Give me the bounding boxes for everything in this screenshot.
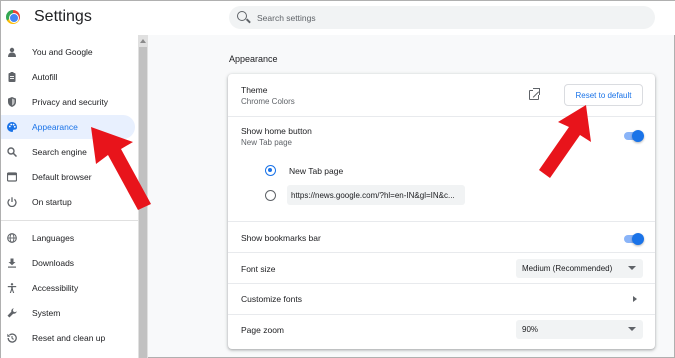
- sidebar-item-privacy-and-security[interactable]: Privacy and security: [1, 90, 135, 114]
- sidebar-item-system[interactable]: System: [1, 301, 135, 325]
- sidebar-item-autofill[interactable]: Autofill: [1, 65, 135, 89]
- row-divider: [228, 252, 655, 253]
- sidebar-item-label: Languages: [32, 233, 75, 243]
- sidebar-item-label: Downloads: [32, 258, 75, 268]
- search-icon: [7, 147, 17, 157]
- show-bookmarks-bar-label: Show bookmarks bar: [241, 233, 321, 243]
- accessibility-icon: [7, 283, 17, 293]
- sidebar-item-search-engine[interactable]: Search engine: [1, 140, 135, 164]
- font-size-value: Medium (Recommended): [522, 264, 613, 273]
- sidebar-scrollbar[interactable]: [138, 35, 148, 358]
- page-zoom-select[interactable]: 90%: [516, 320, 643, 339]
- reset-to-default-button[interactable]: Reset to default: [564, 84, 643, 106]
- show-home-button-toggle[interactable]: [624, 130, 644, 142]
- theme-label: Theme: [241, 85, 268, 95]
- page-zoom-value: 90%: [522, 325, 539, 334]
- search-input[interactable]: [257, 6, 637, 29]
- page-title: Settings: [34, 8, 92, 25]
- scroll-up-arrow-icon[interactable]: [140, 39, 146, 43]
- sidebar-item-label: Privacy and security: [32, 97, 109, 107]
- home-url-field[interactable]: [287, 185, 465, 205]
- browser-icon: [7, 172, 17, 182]
- sidebar-item-label: Search engine: [32, 147, 87, 157]
- sidebar-item-reset-and-clean-up[interactable]: Reset and clean up: [1, 326, 135, 350]
- caret-down-icon: [628, 266, 636, 270]
- sidebar: You and Google Autofill Privacy and secu…: [1, 35, 138, 358]
- row-divider: [228, 314, 655, 315]
- sidebar-item-label: System: [32, 308, 61, 318]
- sidebar-item-you-and-google[interactable]: You and Google: [1, 40, 135, 64]
- wrench-icon: [7, 308, 17, 318]
- chevron-right-icon[interactable]: [633, 296, 637, 302]
- show-home-button-label: Show home button: [241, 126, 312, 136]
- theme-value: Chrome Colors: [241, 97, 295, 106]
- show-home-button-sublabel: New Tab page: [241, 138, 292, 147]
- history-icon: [7, 333, 17, 343]
- radio-new-tab-page-label[interactable]: New Tab page: [289, 166, 343, 176]
- download-icon: [8, 258, 16, 268]
- sidebar-divider: [1, 220, 138, 221]
- sidebar-item-label: Accessibility: [32, 283, 79, 293]
- radio-custom-url[interactable]: [265, 190, 276, 201]
- row-divider: [228, 283, 655, 284]
- sidebar-item-label: On startup: [32, 197, 72, 207]
- power-icon: [7, 197, 17, 207]
- search-icon: [237, 11, 247, 21]
- sidebar-item-label: Autofill: [32, 72, 58, 82]
- search-box[interactable]: [229, 6, 655, 29]
- sidebar-item-accessibility[interactable]: Accessibility: [1, 276, 135, 300]
- sidebar-item-default-browser[interactable]: Default browser: [1, 165, 135, 189]
- chrome-logo-icon: [6, 10, 20, 24]
- settings-window: Settings You and Google Autofill Privacy…: [0, 0, 675, 358]
- sidebar-item-appearance[interactable]: Appearance: [1, 115, 135, 139]
- radio-new-tab-page[interactable]: [265, 165, 276, 176]
- appearance-card: Theme Chrome Colors Reset to default Sho…: [228, 74, 655, 349]
- person-icon: [8, 47, 16, 57]
- globe-icon: [7, 233, 17, 243]
- clipboard-icon: [8, 72, 16, 82]
- row-divider: [228, 221, 655, 222]
- row-divider: [228, 116, 655, 117]
- customize-fonts-label[interactable]: Customize fonts: [241, 294, 302, 304]
- show-bookmarks-bar-toggle[interactable]: [624, 233, 644, 245]
- open-in-new-icon[interactable]: [529, 88, 540, 100]
- scroll-thumb[interactable]: [139, 47, 147, 358]
- section-title: Appearance: [229, 54, 278, 64]
- sidebar-item-label: Appearance: [32, 122, 78, 132]
- sidebar-item-downloads[interactable]: Downloads: [1, 251, 135, 275]
- font-size-select[interactable]: Medium (Recommended): [516, 259, 643, 278]
- page-zoom-label: Page zoom: [241, 325, 284, 335]
- caret-down-icon: [628, 327, 636, 331]
- palette-icon: [7, 122, 17, 132]
- sidebar-item-label: You and Google: [32, 47, 93, 57]
- sidebar-item-label: Reset and clean up: [32, 333, 106, 343]
- font-size-label: Font size: [241, 264, 276, 274]
- sidebar-item-languages[interactable]: Languages: [1, 226, 135, 250]
- sidebar-item-on-startup[interactable]: On startup: [1, 190, 135, 214]
- sidebar-item-label: Default browser: [32, 172, 92, 182]
- shield-icon: [8, 97, 16, 107]
- header: Settings: [1, 1, 675, 35]
